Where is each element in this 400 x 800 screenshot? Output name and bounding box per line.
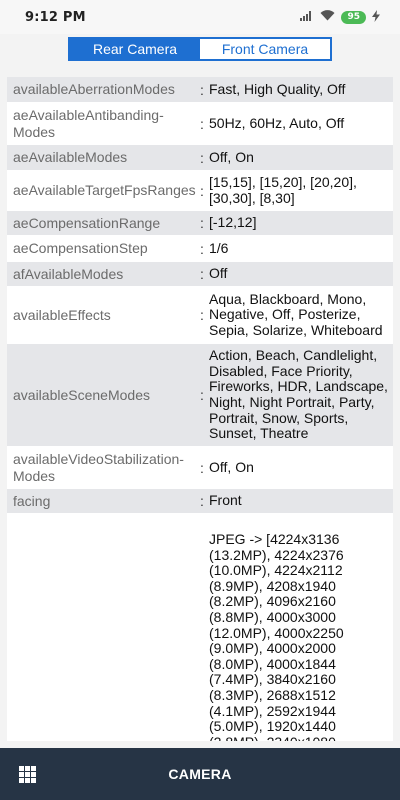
property-key: afAvailableModes bbox=[13, 265, 124, 282]
property-value: Fast, High Quality, Off bbox=[209, 80, 346, 97]
property-value: JPEG -> [4224x3136 (13.2MP), 4224x2376 (… bbox=[209, 531, 344, 741]
table-row: availableAberrationModes : Fast, High Qu… bbox=[7, 77, 393, 103]
separator: : bbox=[200, 387, 204, 403]
wifi-icon bbox=[320, 10, 335, 24]
table-row: afAvailableModes : Off bbox=[7, 262, 393, 287]
property-key: availableSceneModes bbox=[13, 386, 150, 403]
separator: : bbox=[200, 240, 204, 257]
property-key: aeCompensationRange bbox=[13, 214, 161, 231]
properties-table[interactable]: availableAberrationModes : Fast, High Qu… bbox=[7, 77, 393, 741]
property-key: aeAvailableAntibanding-Modes bbox=[13, 106, 164, 140]
separator: : bbox=[200, 307, 204, 323]
camera-toggle: Rear Camera Front Camera bbox=[68, 37, 332, 61]
signal-icon bbox=[300, 10, 314, 24]
table-row: availableEffects : Aqua, Blackboard, Mon… bbox=[7, 287, 393, 344]
status-icons: 95 bbox=[300, 9, 380, 25]
property-value: 1/6 bbox=[209, 239, 229, 256]
property-value: Action, Beach, Candlelight, Disabled, Fa… bbox=[209, 347, 388, 442]
bottom-bar: CAMERA bbox=[0, 748, 400, 800]
rear-camera-tab[interactable]: Rear Camera bbox=[70, 39, 200, 59]
property-key: aeAvailableModes bbox=[13, 149, 128, 165]
property-value: 50Hz, 60Hz, Auto, Off bbox=[209, 114, 345, 131]
bottom-title: CAMERA bbox=[168, 766, 232, 782]
property-key bbox=[7, 514, 197, 520]
separator: : bbox=[200, 115, 204, 132]
table-row: aeCompensationRange : [-12,12] bbox=[7, 211, 393, 236]
separator: : bbox=[200, 266, 204, 282]
table-row: aeCompensationStep : 1/6 bbox=[7, 236, 393, 262]
property-key: aeAvailableTargetFpsRanges bbox=[13, 182, 196, 198]
separator: : bbox=[200, 149, 204, 166]
table-row: availableVideoStabilization-Modes : Off,… bbox=[7, 447, 393, 489]
property-key: availableAberrationModes bbox=[13, 81, 175, 97]
property-key: availableEffects bbox=[13, 306, 111, 323]
table-row: facing : Front bbox=[7, 489, 393, 514]
property-value: [15,15], [15,20], [20,20], [30,30], [8,3… bbox=[209, 173, 357, 206]
table-row: aeAvailableTargetFpsRanges : [15,15], [1… bbox=[7, 171, 393, 211]
property-value: Front bbox=[209, 492, 242, 509]
status-bar: 9:12 PM 95 bbox=[0, 0, 400, 34]
charging-icon bbox=[372, 9, 380, 25]
separator: : bbox=[200, 182, 204, 199]
property-key: availableVideoStabilization-Modes bbox=[13, 450, 184, 484]
status-time: 9:12 PM bbox=[25, 9, 86, 25]
property-key: facing bbox=[13, 492, 51, 509]
table-row: JPEG -> [4224x3136 (13.2MP), 4224x2376 (… bbox=[7, 514, 393, 741]
table-row: availableSceneModes : Action, Beach, Can… bbox=[7, 344, 393, 447]
separator: : bbox=[200, 81, 204, 98]
property-value: Aqua, Blackboard, Mono, Negative, Off, P… bbox=[209, 290, 383, 338]
table-row: aeAvailableModes : Off, On bbox=[7, 145, 393, 171]
separator: : bbox=[200, 215, 204, 231]
property-value: Off, On bbox=[209, 148, 254, 165]
table-row: aeAvailableAntibanding-Modes : 50Hz, 60H… bbox=[7, 103, 393, 145]
battery-badge: 95 bbox=[341, 10, 366, 24]
property-value: [-12,12] bbox=[209, 214, 257, 231]
separator: : bbox=[200, 459, 204, 476]
property-value: Off bbox=[209, 265, 228, 282]
separator: : bbox=[200, 493, 204, 509]
property-value: Off, On bbox=[209, 458, 254, 475]
front-camera-tab[interactable]: Front Camera bbox=[200, 39, 330, 59]
property-key: aeCompensationStep bbox=[13, 240, 148, 256]
